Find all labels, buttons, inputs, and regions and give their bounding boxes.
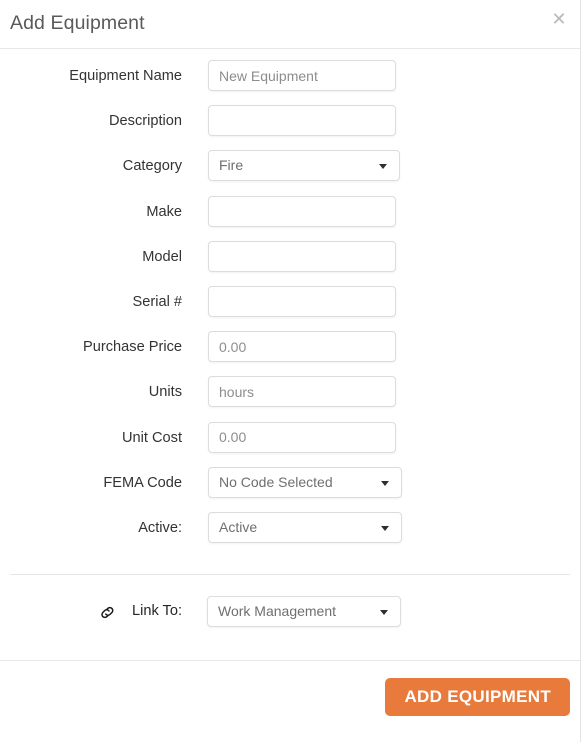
link-to-select[interactable]: Work Management <box>207 596 401 627</box>
chevron-down-icon <box>379 164 387 170</box>
control-make <box>208 195 396 227</box>
form-row-units: Units <box>0 376 580 421</box>
chevron-down-icon <box>380 610 388 615</box>
units-input[interactable] <box>208 376 396 408</box>
fema-code-select[interactable]: No Code Selected <box>208 466 402 498</box>
dialog-title: Add Equipment <box>10 12 145 34</box>
category-select[interactable]: Fire <box>208 150 400 182</box>
form-row-category: Category Fire <box>0 150 580 195</box>
label-fema-code: FEMA Code <box>103 474 182 491</box>
control-unit-cost <box>208 421 396 453</box>
purchase-price-input[interactable] <box>208 331 396 363</box>
label-active: Active: <box>138 519 182 536</box>
label-unit-cost: Unit Cost <box>121 429 182 446</box>
control-link-to: Work Management <box>207 596 401 627</box>
control-serial-number <box>208 285 396 317</box>
close-icon[interactable]: ✕ <box>548 8 570 30</box>
unit-cost-input[interactable] <box>208 421 396 453</box>
active-select-value: Active <box>219 518 258 535</box>
label-purchase-price: Purchase Price <box>83 339 182 356</box>
form-row-model: Model <box>0 240 580 286</box>
active-select[interactable]: Active <box>208 511 402 543</box>
link-to-select-value: Work Management <box>218 603 337 619</box>
control-active: Active <box>208 511 402 543</box>
model-input[interactable] <box>208 240 396 272</box>
control-model <box>208 240 396 272</box>
link-to-row: Link To: Work Management <box>0 596 580 630</box>
chevron-down-icon <box>381 525 389 531</box>
category-select-value: Fire <box>219 157 244 174</box>
label-category: Category <box>122 158 182 175</box>
dialog-footer: ADD EQUIPMENT <box>0 660 581 742</box>
fema-code-select-value: No Code Selected <box>219 473 333 490</box>
add-equipment-dialog: Add Equipment ✕ Equipment Name Descripti… <box>0 0 581 742</box>
chevron-down-icon <box>381 480 389 486</box>
equipment-name-input[interactable] <box>208 60 396 91</box>
form-row-purchase-price: Purchase Price <box>0 331 580 376</box>
control-category: Fire <box>208 150 400 182</box>
dialog-header: Add Equipment ✕ <box>0 0 580 49</box>
control-fema-code: No Code Selected <box>208 466 402 498</box>
add-equipment-button[interactable]: ADD EQUIPMENT <box>385 678 570 716</box>
control-equipment-name <box>208 60 396 91</box>
label-model: Model <box>142 248 182 265</box>
section-divider <box>10 574 570 575</box>
label-description: Description <box>109 113 182 130</box>
label-make: Make <box>146 203 182 220</box>
label-units: Units <box>148 384 182 401</box>
form-row-active: Active: Active <box>0 511 580 557</box>
form-row-unit-cost: Unit Cost <box>0 421 580 467</box>
serial-number-input[interactable] <box>208 285 396 317</box>
link-to-label: Link To: <box>131 603 182 619</box>
form-row-equipment-name: Equipment Name <box>0 60 580 105</box>
make-input[interactable] <box>208 195 396 227</box>
label-serial-number: Serial # <box>132 293 182 310</box>
equipment-form: Equipment Name Description Category Fire… <box>0 49 580 557</box>
form-row-description: Description <box>0 105 580 150</box>
form-row-fema-code: FEMA Code No Code Selected <box>0 466 580 512</box>
description-input[interactable] <box>208 105 396 137</box>
label-equipment-name: Equipment Name <box>69 68 182 84</box>
control-description <box>208 105 396 137</box>
form-row-make: Make <box>0 195 580 241</box>
control-units <box>208 376 396 408</box>
control-purchase-price <box>208 331 396 363</box>
form-row-serial-number: Serial # <box>0 285 580 331</box>
